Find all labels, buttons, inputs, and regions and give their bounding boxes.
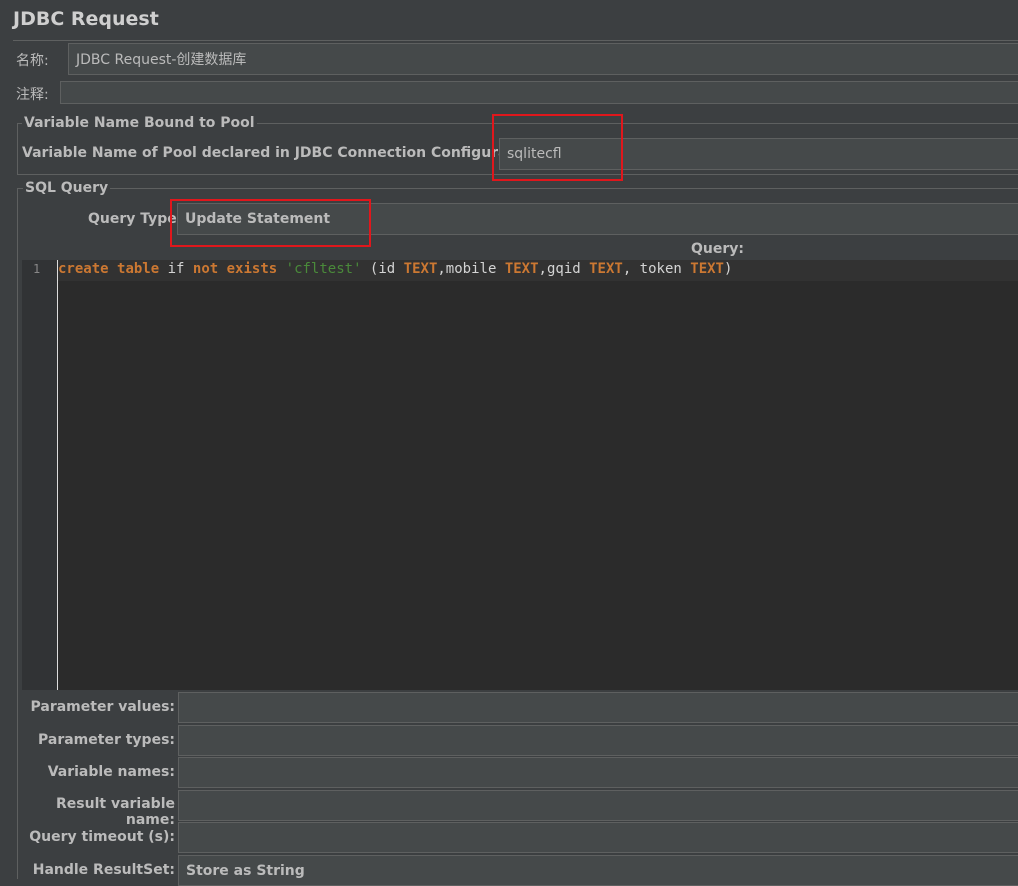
- sql-query-legend: SQL Query: [23, 180, 111, 196]
- variable-names-label: Variable names:: [47, 764, 175, 780]
- result-variable-name-field[interactable]: [178, 790, 1018, 821]
- line-number: 1: [33, 262, 41, 276]
- variable-names-field[interactable]: [178, 757, 1018, 788]
- name-field[interactable]: JDBC Request-创建数据库: [68, 43, 1018, 75]
- code-token: table: [117, 261, 160, 277]
- parameter-types-field[interactable]: [178, 725, 1018, 756]
- pool-group-legend: Variable Name Bound to Pool: [22, 115, 257, 131]
- code-line: create table if not exists 'cfltest' (id…: [58, 261, 732, 277]
- code-token: ,gqid: [538, 261, 590, 277]
- code-token: ): [723, 261, 733, 277]
- query-type-select[interactable]: Update Statement: [177, 203, 1018, 235]
- code-token: not: [192, 261, 219, 277]
- query-timeout-label: Query timeout (s):: [29, 829, 175, 845]
- code-token: TEXT: [403, 261, 438, 277]
- query-label: Query:: [691, 241, 744, 257]
- code-token: (id: [361, 261, 404, 277]
- panel-title: JDBC Request: [13, 8, 159, 30]
- code-token: 'cfltest': [285, 261, 362, 277]
- name-label: 名称:: [16, 53, 49, 69]
- parameter-values-label: Parameter values:: [30, 699, 176, 715]
- pool-name-field[interactable]: sqlitecfl: [499, 138, 1018, 170]
- comment-label: 注释:: [16, 87, 49, 103]
- title-divider: [13, 40, 1018, 41]
- comment-field[interactable]: [60, 81, 1018, 104]
- query-timeout-field[interactable]: [178, 822, 1018, 853]
- sql-editor[interactable]: 1 create table if not exists 'cfltest' (…: [22, 260, 1018, 690]
- code-token: TEXT: [690, 261, 724, 277]
- editor-gutter: [22, 260, 58, 690]
- code-token: TEXT: [589, 261, 623, 277]
- code-token: ,mobile: [437, 261, 505, 277]
- result-variable-name-label: Result variable name:: [56, 796, 175, 828]
- pool-name-label: Variable Name of Pool declared in JDBC C…: [22, 145, 539, 161]
- code-token: if: [159, 261, 193, 277]
- query-type-label: Query Type:: [88, 211, 183, 227]
- parameter-types-label: Parameter types:: [38, 732, 175, 748]
- parameter-values-field[interactable]: [178, 692, 1018, 723]
- handle-resultset-label: Handle ResultSet:: [32, 862, 175, 878]
- code-token: create: [58, 261, 109, 277]
- code-token: TEXT: [504, 261, 539, 277]
- handle-resultset-select[interactable]: Store as String: [178, 855, 1018, 886]
- code-token: , token: [622, 261, 691, 277]
- code-token: exists: [226, 261, 278, 277]
